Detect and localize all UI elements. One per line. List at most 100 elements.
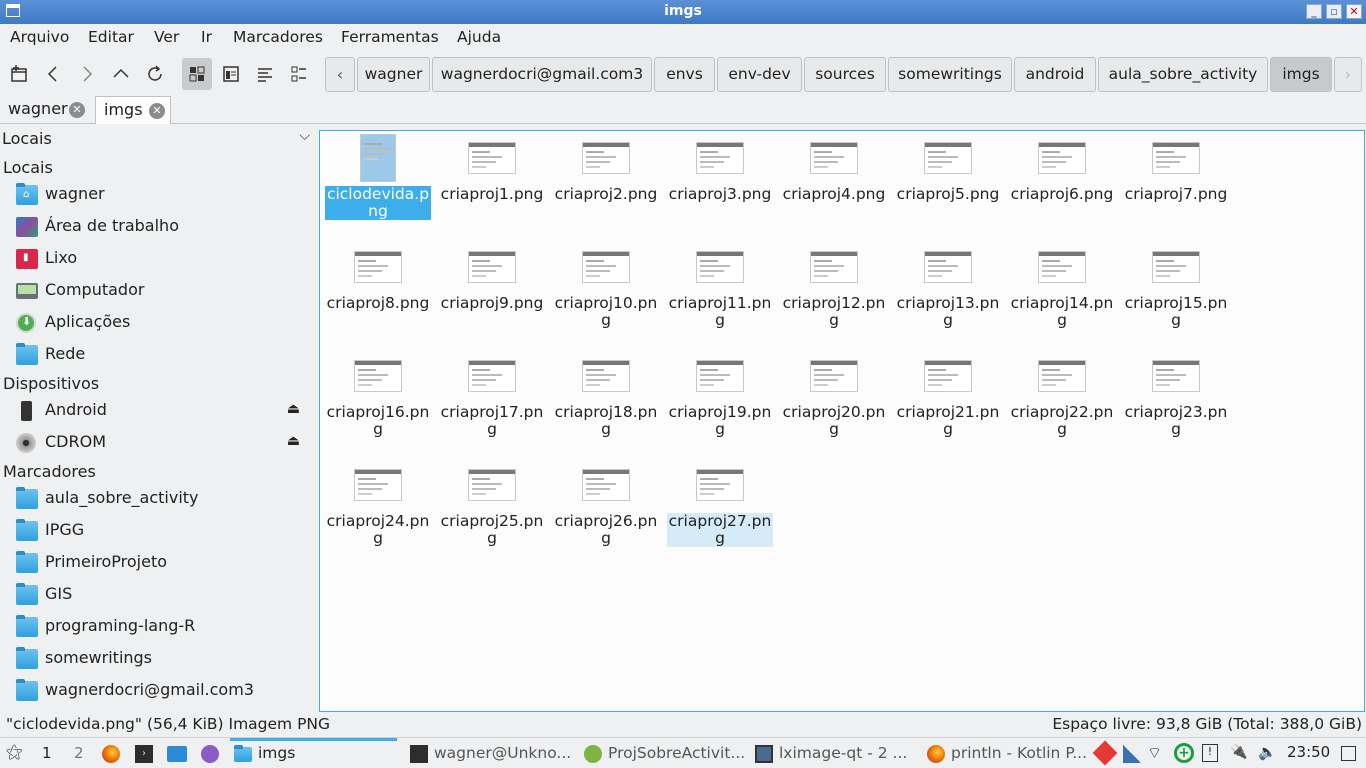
breadcrumb-wagnerdocri[interactable]: wagnerdocri@gmail.com3 — [432, 57, 652, 92]
task-firefox[interactable]: println - Kotlin P... — [923, 738, 1090, 768]
file-item[interactable]: criaproj7.png — [1123, 134, 1229, 240]
title-bar[interactable]: imgs _ ▫ ✕ — [0, 0, 1366, 24]
icon-view-button[interactable] — [182, 58, 212, 90]
close-window-button[interactable]: ✕ — [1346, 4, 1362, 19]
menu-marcadores[interactable]: Marcadores — [233, 28, 323, 46]
usb-device-icon[interactable]: 🔌 — [1230, 744, 1247, 760]
sidebar-item-network[interactable]: Rede — [14, 342, 304, 368]
breadcrumb-android[interactable]: android — [1014, 57, 1096, 92]
bookmark-ipgg[interactable]: IPGG — [14, 518, 304, 544]
emacs-launcher-icon[interactable] — [201, 745, 219, 763]
sidebar-item-trash[interactable]: ▮ Lixo — [14, 246, 304, 272]
file-item[interactable]: ciclodevida.png — [325, 134, 431, 240]
file-item[interactable]: criaproj17.png — [439, 352, 545, 458]
up-button[interactable] — [106, 58, 136, 90]
file-item[interactable]: criaproj19.png — [667, 352, 773, 458]
breadcrumb-env-dev[interactable]: env-dev — [717, 57, 802, 92]
task-lximage[interactable]: lximage-qt - 2 ... — [751, 738, 916, 768]
breadcrumb-envs[interactable]: envs — [654, 57, 715, 92]
signal-strength-icon[interactable] — [1123, 745, 1141, 763]
menu-arquivo[interactable]: Arquivo — [10, 28, 69, 46]
file-item[interactable]: criaproj9.png — [439, 243, 545, 349]
sidebar-item-cdrom[interactable]: CDROM ⏏ — [14, 430, 304, 456]
wifi-icon[interactable]: ⌔ — [1147, 743, 1162, 763]
maximize-button[interactable]: ▫ — [1326, 4, 1342, 19]
bookmark-aula-sobre-activity[interactable]: aula_sobre_activity — [14, 486, 304, 512]
git-tray-icon[interactable] — [1092, 740, 1118, 766]
forward-button[interactable] — [72, 58, 102, 90]
desktop-1-button[interactable]: 1 — [42, 744, 52, 762]
breadcrumb-scroll-left[interactable]: ‹ — [325, 57, 355, 92]
menu-ferramentas[interactable]: Ferramentas — [341, 28, 439, 46]
breadcrumb-wagner[interactable]: wagner — [357, 57, 430, 92]
bookmark-primeiroprojeto[interactable]: PrimeiroProjeto — [14, 550, 304, 576]
file-item[interactable]: criaproj22.png — [1009, 352, 1115, 458]
file-item[interactable]: criaproj18.png — [553, 352, 659, 458]
bookmark-gis[interactable]: GIS — [14, 582, 304, 608]
reload-button[interactable] — [140, 58, 170, 90]
file-item[interactable]: criaproj3.png — [667, 134, 773, 240]
sidebar-item-applications[interactable]: ⬇ Aplicações — [14, 310, 304, 336]
task-imgs[interactable]: imgs — [230, 738, 397, 768]
bookmark-somewritings[interactable]: somewritings — [14, 646, 304, 672]
side-pane-mode-select[interactable]: Locais ⌵ — [2, 128, 314, 151]
file-item[interactable]: criaproj21.png — [895, 352, 1001, 458]
menu-editar[interactable]: Editar — [88, 28, 134, 46]
menu-ajuda[interactable]: Ajuda — [457, 28, 501, 46]
bookmark-programing-lang-r[interactable]: programing-lang-R — [14, 614, 304, 640]
notifications-icon[interactable]: ! — [1202, 744, 1218, 762]
eject-icon[interactable]: ⏏ — [287, 433, 300, 449]
file-item[interactable]: criaproj15.png — [1123, 243, 1229, 349]
clock[interactable]: 23:50 — [1287, 743, 1330, 761]
close-tab-icon[interactable]: ✕ — [149, 103, 165, 119]
compact-view-button[interactable] — [250, 58, 280, 90]
tab-imgs[interactable]: imgs ✕ — [95, 96, 171, 124]
file-item[interactable]: criaproj4.png — [781, 134, 887, 240]
breadcrumb-scroll-right[interactable]: › — [1334, 57, 1362, 92]
file-item[interactable]: criaproj8.png — [325, 243, 431, 349]
breadcrumb-somewritings[interactable]: somewritings — [888, 57, 1012, 92]
minimize-button[interactable]: _ — [1306, 4, 1322, 19]
file-item[interactable]: criaproj27.png — [667, 461, 773, 567]
terminal-launcher-icon[interactable]: › — [135, 745, 153, 763]
sidebar-item-android[interactable]: Android ⏏ — [14, 398, 304, 424]
file-item[interactable]: criaproj13.png — [895, 243, 1001, 349]
back-button[interactable] — [38, 58, 68, 90]
desktop-2-button[interactable]: 2 — [74, 744, 84, 762]
file-item[interactable]: criaproj23.png — [1123, 352, 1229, 458]
file-item[interactable]: criaproj11.png — [667, 243, 773, 349]
file-item[interactable]: criaproj2.png — [553, 134, 659, 240]
file-item[interactable]: criaproj5.png — [895, 134, 1001, 240]
file-view[interactable]: ciclodevida.png criaproj1.png criaproj2.pn… — [319, 130, 1365, 712]
file-item[interactable]: criaproj26.png — [553, 461, 659, 567]
menu-ver[interactable]: Ver — [154, 28, 179, 46]
volume-icon[interactable]: 🔈 — [1258, 743, 1277, 761]
eject-icon[interactable]: ⏏ — [287, 401, 300, 417]
bookmark-wagnerdocri[interactable]: wagnerdocri@gmail.com3 — [14, 678, 304, 704]
sidebar-item-computer[interactable]: Computador — [14, 278, 304, 304]
detailed-list-view-button[interactable] — [284, 58, 314, 90]
file-manager-launcher-icon[interactable] — [167, 746, 187, 762]
task-terminal[interactable]: wagner@Unkno... — [406, 738, 571, 768]
file-item[interactable]: criaproj25.png — [439, 461, 545, 567]
file-item[interactable]: criaproj10.png — [553, 243, 659, 349]
sidebar-item-wagner[interactable]: ⌂ wagner — [14, 182, 304, 208]
firefox-launcher-icon[interactable] — [102, 745, 120, 763]
task-android-studio[interactable]: ProjSobreActivit... — [580, 738, 745, 768]
menu-ir[interactable]: Ir — [201, 28, 212, 46]
sidebar-item-desktop[interactable]: Área de trabalho — [14, 214, 304, 240]
file-item[interactable]: criaproj6.png — [1009, 134, 1115, 240]
breadcrumb-aula-sobre-activity[interactable]: aula_sobre_activity — [1098, 57, 1268, 92]
new-tab-button[interactable] — [4, 58, 34, 90]
updates-icon[interactable]: + — [1174, 743, 1194, 763]
start-menu-icon[interactable]: ⚝ — [6, 742, 23, 762]
file-item[interactable]: criaproj20.png — [781, 352, 887, 458]
breadcrumb-imgs[interactable]: imgs — [1270, 57, 1332, 92]
thumbnail-view-button[interactable] — [216, 58, 246, 90]
breadcrumb-sources[interactable]: sources — [804, 57, 886, 92]
show-desktop-icon[interactable] — [1341, 746, 1356, 761]
close-tab-icon[interactable]: ✕ — [69, 102, 85, 118]
tab-wagner[interactable]: wagner ✕ — [0, 96, 94, 124]
file-item[interactable]: criaproj1.png — [439, 134, 545, 240]
file-item[interactable]: criaproj12.png — [781, 243, 887, 349]
